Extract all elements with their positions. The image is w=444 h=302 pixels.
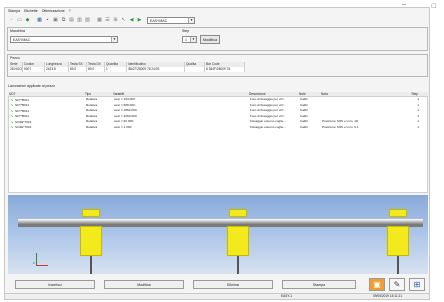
pdf-icon[interactable]: ▪	[44, 17, 51, 24]
grid-icon[interactable]: ▦	[36, 17, 43, 24]
cell-variabili: xear = 1,000;	[114, 124, 133, 129]
menu-ottimizzazione[interactable]: Ottimizzazione	[42, 9, 65, 13]
col-tipo: Tipo	[85, 92, 92, 96]
menu-help[interactable]: ?	[69, 9, 71, 13]
cell-identificativo: \Bb27\28009 78 24\03	[127, 67, 185, 72]
cell-udt: SFT*B011	[15, 103, 30, 107]
menu-stampa[interactable]: Stampa	[8, 9, 20, 13]
status-bar: EASY-1 09/05/2019 15:11:21	[5, 293, 429, 299]
new-icon[interactable]: ▫	[8, 17, 15, 24]
clamp-body	[387, 226, 409, 256]
axis-z-label: Z	[33, 261, 35, 265]
cell-tipo: Relativa	[86, 124, 98, 129]
chevron-down-icon[interactable]: ▼	[190, 37, 196, 42]
cell-bar-code: 8 384F\28009 78	[205, 67, 245, 72]
cell-codice: 9007	[23, 67, 45, 72]
modify-step-button[interactable]: Modifica	[200, 35, 220, 44]
axis-x-indicator	[36, 265, 48, 266]
cell-udt: SFT*B011	[15, 108, 30, 113]
menu-bar: Stampa Etichette Ottimizzazione ?	[5, 8, 429, 14]
green-tool-icon[interactable]: ◆	[24, 17, 31, 24]
col-descrizione: Descrizione	[249, 92, 266, 96]
menu-etichette[interactable]: Etichette	[24, 9, 38, 13]
clamp-body	[227, 226, 249, 256]
editor-combo-value: EASYMAC	[150, 19, 168, 23]
open-icon[interactable]: ▭	[16, 17, 23, 24]
box-icon[interactable]: ▣	[369, 278, 385, 291]
cell-udt: SO4E*7001	[15, 119, 32, 124]
cell-quantita: 1	[105, 67, 127, 72]
cell-serie: 28 NOCH	[9, 67, 23, 72]
arrow-right-icon[interactable]: ▶	[136, 17, 143, 24]
editor-combo[interactable]: EASYMAC ▼	[147, 17, 195, 24]
toolbar: ▫ ▭ ◆ ▦ ▪ ▣ ⧉ ▤ ▥ ▧ ▦ ☰ ⊞ ↖ ◀ ▶ EASYMAC …	[5, 16, 429, 25]
step-label: Step	[182, 29, 190, 33]
cell-lunghezza: 2423.8	[45, 67, 69, 72]
grid-view-icon[interactable]: ⊞	[409, 278, 425, 291]
lavorazioni-label: Lavorazioni applicate al pezzo	[8, 84, 55, 88]
modify-button[interactable]: Modifica	[104, 280, 184, 289]
machine-select[interactable]: EASYMAC ▼	[10, 36, 118, 43]
cell-qualita	[185, 67, 205, 72]
copy-icon[interactable]: ⧉	[60, 17, 67, 24]
pezzo-label: Pezzo	[10, 56, 20, 60]
pezzo-group: Pezzo Serie Codice Lunghezza Testa SX Te…	[7, 54, 428, 77]
toolbar-separator	[32, 17, 35, 24]
cell-udt: SFT*B011	[15, 97, 30, 102]
machine-label: Macchina	[10, 29, 25, 33]
status-datetime: 09/05/2019 15:11:21	[373, 294, 403, 298]
axis-y-indicator	[36, 253, 37, 265]
status-center: EASY-1	[281, 294, 293, 298]
clamp-top	[82, 209, 100, 217]
clamp-body	[80, 226, 102, 256]
col-variabili: Variabili	[113, 92, 125, 96]
machine-select-value: EASYMAC	[13, 38, 31, 42]
chevron-down-icon[interactable]: ▼	[111, 37, 117, 42]
cell-udt: SFT*B011	[15, 114, 30, 118]
table-icon[interactable]: ▦	[96, 17, 103, 24]
col-note: Note	[299, 92, 306, 96]
cell-testa-sx: 89.0	[69, 67, 87, 72]
cell-note: Calibi	[300, 124, 308, 129]
col-nota: Nota	[321, 92, 328, 96]
cell-descrizione: Fissaggio esterno coglie...	[250, 124, 286, 129]
print-button[interactable]: Stampa	[282, 280, 356, 289]
clamp-top	[229, 209, 247, 217]
cell-step: 1	[417, 124, 419, 129]
maximize-icon[interactable]: □	[432, 3, 436, 10]
profile-bar-shadow	[18, 225, 423, 227]
clamp-top	[389, 209, 407, 217]
cell-udt: SO4E*7001	[15, 125, 32, 129]
step-select[interactable]: 1 ▼	[182, 36, 197, 43]
cursor-icon[interactable]: ↖	[120, 17, 127, 24]
preview-icon[interactable]: ▧	[84, 17, 91, 24]
chevron-down-icon[interactable]: ▼	[188, 18, 194, 23]
delete-button[interactable]: Elimina	[193, 280, 273, 289]
app-window: Stampa Etichette Ottimizzazione ? ▫ ▭ ◆ …	[4, 7, 430, 300]
list-item[interactable]: ↘ SO4E*7001 Relativa xear = 1,000; Fissag…	[9, 124, 427, 131]
3d-preview[interactable]: Z	[8, 195, 428, 274]
insert-button[interactable]: Inserisci	[15, 280, 95, 289]
pencil-icon[interactable]: ✎	[389, 278, 405, 291]
arrow-left-icon[interactable]: ◀	[128, 17, 135, 24]
cell-nota: Posizione: MIN +/-mm. 6.1	[322, 124, 359, 129]
list-icon[interactable]: ☰	[104, 17, 111, 24]
paste-icon[interactable]: ▤	[68, 17, 75, 24]
lavorazioni-list[interactable]: ↘ SFT*B011 Relativa xear = 184,000; Foro …	[8, 97, 428, 193]
pezzo-table-row[interactable]: 28 NOCH 9007 2423.8 89.0 89.0 1 \Bb27\28…	[9, 67, 245, 72]
col-udt: UDT	[9, 92, 16, 96]
profile-bar	[18, 219, 423, 225]
measure-icon[interactable]: ⊞	[112, 17, 119, 24]
step-select-value: 1	[185, 38, 187, 42]
save-icon[interactable]: ▣	[52, 17, 59, 24]
toolbar-separator	[92, 17, 95, 24]
machine-group: Macchina EASYMAC ▼ Step 1 ▼ Modifica	[7, 27, 428, 51]
cell-testa-dx: 89.0	[87, 67, 105, 72]
col-step: Step	[411, 92, 418, 96]
print-icon[interactable]: ▥	[76, 17, 83, 24]
